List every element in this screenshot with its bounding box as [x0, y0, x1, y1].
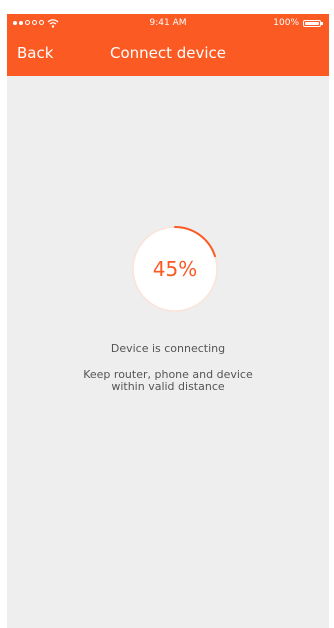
app-screen: 9:41 AM 100% Back Connect device 45% Dev… [7, 14, 329, 628]
progress-ring: 45% [131, 225, 219, 313]
hint-line-2: within valid distance [111, 380, 225, 393]
status-message: Device is connecting [110, 342, 226, 355]
header: 9:41 AM 100% Back Connect device [7, 14, 329, 76]
battery-percent: 100% [273, 18, 299, 28]
page-title: Connect device [109, 44, 227, 62]
progress-percent: 45% [152, 257, 198, 281]
battery-icon [303, 20, 321, 27]
status-bar: 9:41 AM 100% [7, 14, 329, 34]
nav-bar: Back Connect device [7, 36, 329, 76]
hint-message: Keep router, phone and device within val… [7, 369, 329, 393]
